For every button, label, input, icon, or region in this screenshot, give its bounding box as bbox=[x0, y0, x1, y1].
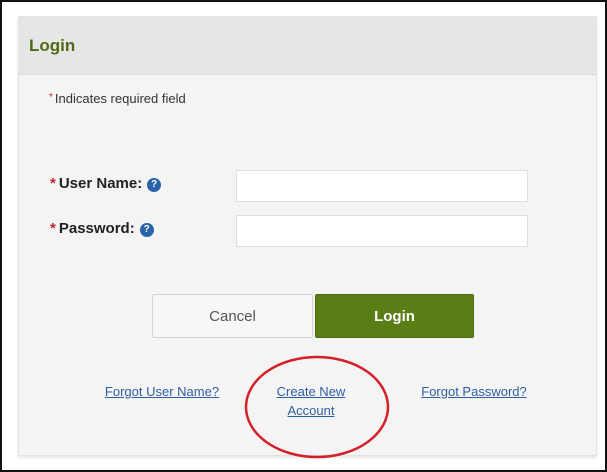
forgot-username-link[interactable]: Forgot User Name? bbox=[87, 382, 237, 401]
required-asterisk: * bbox=[49, 92, 53, 103]
username-label-text: User Name: bbox=[58, 175, 143, 192]
create-account-link-line1[interactable]: Create New bbox=[277, 384, 346, 399]
panel-title: Login bbox=[29, 36, 76, 55]
screenshot-frame: Login * Indicates required field * User Na… bbox=[0, 0, 607, 472]
required-field-note-text: Indicates required field bbox=[54, 91, 186, 106]
login-panel: Login * Indicates required field * User Na… bbox=[18, 16, 597, 456]
password-label-text: Password: bbox=[58, 220, 135, 237]
required-field-note: * Indicates required field bbox=[49, 91, 186, 106]
question-circle-icon[interactable]: ? bbox=[147, 178, 162, 192]
password-input[interactable] bbox=[236, 215, 528, 247]
create-account-link-line2[interactable]: Account bbox=[288, 403, 335, 418]
username-input[interactable] bbox=[236, 170, 528, 202]
create-account-link[interactable]: Create New Account bbox=[261, 382, 361, 420]
question-circle-icon[interactable]: ? bbox=[139, 223, 154, 237]
login-button[interactable]: Login bbox=[315, 294, 474, 338]
login-panel-header: Login bbox=[19, 17, 596, 75]
username-label: * User Name:? bbox=[50, 175, 162, 192]
required-asterisk: * bbox=[50, 220, 56, 237]
password-label: * Password:? bbox=[50, 220, 154, 237]
cancel-button[interactable]: Cancel bbox=[152, 294, 313, 338]
required-asterisk: * bbox=[50, 175, 56, 192]
forgot-password-link[interactable]: Forgot Password? bbox=[399, 382, 549, 401]
